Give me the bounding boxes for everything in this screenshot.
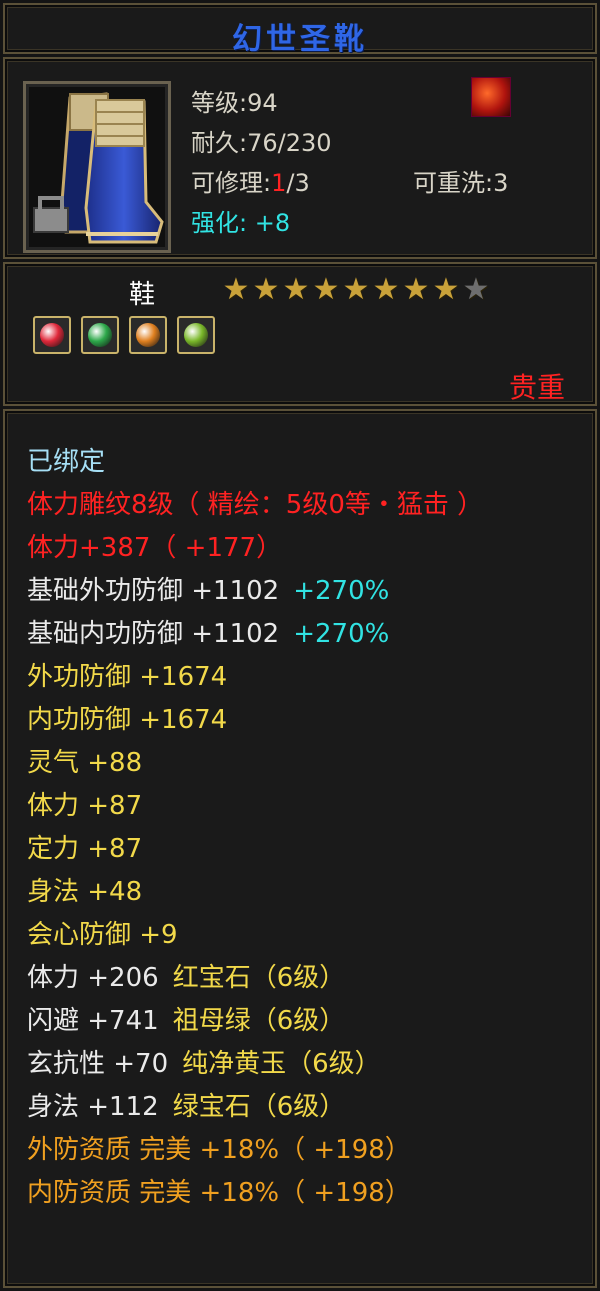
item-durability: 耐久:76/230	[191, 129, 332, 157]
flame-icon	[471, 77, 511, 117]
star-empty-icon: ★	[462, 272, 490, 307]
star-filled-icon: ★	[282, 272, 310, 307]
gem-face	[136, 323, 160, 347]
star-filled-icon: ★	[372, 272, 400, 307]
base-int-def-stat: 基础内功防御 +1102 +270%	[27, 619, 390, 649]
vitality-total-stat: 体力+387（ +177）	[27, 533, 283, 563]
spirit-stat: 灵气 +88	[27, 748, 143, 778]
quality-int-def: 内防资质 完美 +18%（ +198）	[27, 1178, 411, 1208]
item-repair: 可修理:1/3	[191, 169, 310, 197]
star-filled-icon: ★	[252, 272, 280, 307]
gem-stat-2: 闪避 +741 祖母绿（6级）	[27, 1006, 346, 1036]
bound-status: 已绑定	[27, 447, 106, 477]
star-filled-icon: ★	[312, 272, 340, 307]
rarity-label: 贵重	[508, 371, 565, 404]
red-gem-icon[interactable]	[33, 316, 71, 354]
star-filled-icon: ★	[342, 272, 370, 307]
vitality-stat: 体力 +87	[27, 791, 143, 821]
base-ext-def-stat: 基础外功防御 +1102 +270%	[27, 576, 390, 606]
star-filled-icon: ★	[432, 272, 460, 307]
gem-face	[184, 323, 208, 347]
item-name: 幻世圣靴	[232, 22, 368, 57]
quality-ext-def: 外防资质 完美 +18%（ +198）	[27, 1135, 411, 1165]
carve-stat: 体力雕纹8级（ 精绘：5级0等・猛击 ）	[27, 490, 484, 520]
orange-gem-icon[interactable]	[129, 316, 167, 354]
item-info-panel: 等级:94 耐久:76/230 可修理:1/3 可重洗:3 强化: +8	[3, 57, 597, 259]
jade-gem-icon[interactable]	[177, 316, 215, 354]
star-filled-icon: ★	[222, 272, 250, 307]
gem-stat-1: 体力 +206 红宝石（6级）	[27, 963, 346, 993]
star-rating: ★ ★ ★ ★ ★ ★ ★ ★ ★	[221, 272, 491, 307]
item-level: 等级:94	[191, 89, 278, 117]
gem-stat-3: 玄抗性 +70 纯净黄玉（6级）	[27, 1049, 381, 1079]
agility-stat: 身法 +48	[27, 877, 143, 907]
crit-def-stat: 会心防御 +9	[27, 920, 178, 950]
slot-type: 鞋	[129, 280, 156, 310]
item-portrait	[23, 81, 171, 253]
gem-face	[40, 323, 64, 347]
int-def-stat: 内功防御 +1674	[27, 705, 228, 735]
star-filled-icon: ★	[402, 272, 430, 307]
ext-def-stat: 外功防御 +1674	[27, 662, 228, 692]
item-type-panel: 鞋 ★ ★ ★ ★ ★ ★ ★ ★ ★ 贵重	[3, 262, 597, 406]
gem-stat-4: 身法 +112 绿宝石（6级）	[27, 1092, 346, 1122]
item-stats-panel: 已绑定 体力雕纹8级（ 精绘：5级0等・猛击 ） 体力+387（ +177） 基…	[3, 409, 597, 1288]
item-reroll: 可重洗:3	[413, 169, 509, 197]
item-title-panel: 幻世圣靴	[3, 3, 597, 57]
focus-stat: 定力 +87	[27, 834, 143, 864]
item-enhance: 强化: +8	[191, 209, 291, 237]
green-gem-icon[interactable]	[81, 316, 119, 354]
boots-icon	[33, 92, 164, 244]
gem-face	[88, 323, 112, 347]
